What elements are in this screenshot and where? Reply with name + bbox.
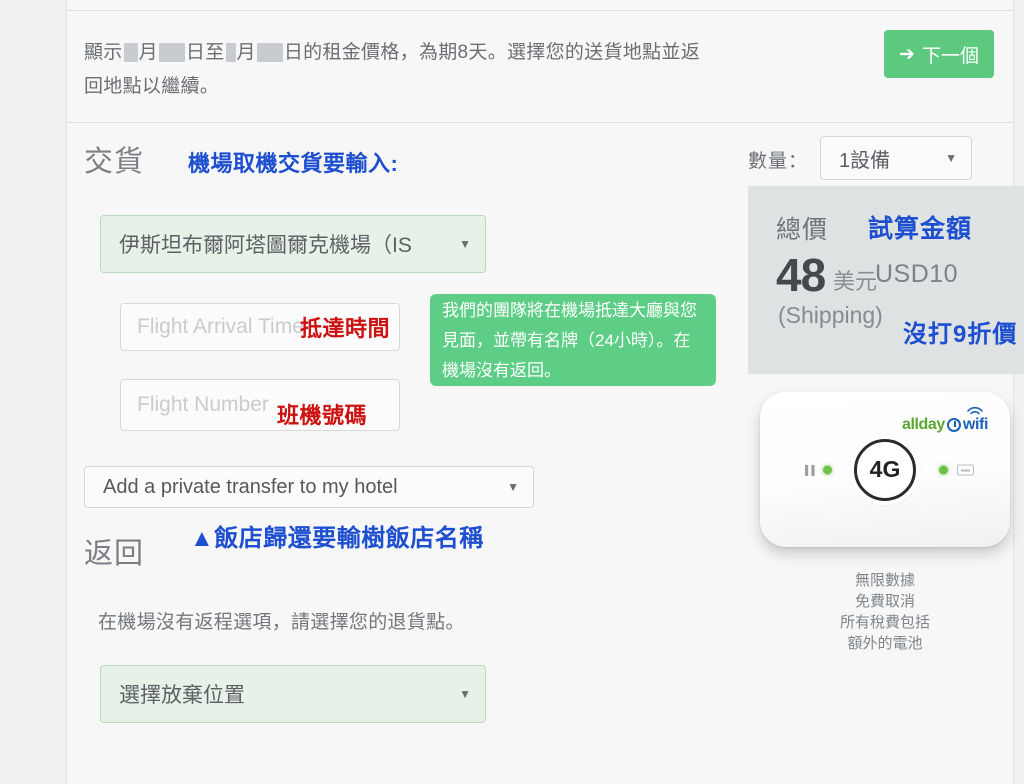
banner-text-part3: 日至	[185, 42, 225, 63]
power-button-4g[interactable]: 4G	[854, 438, 916, 501]
price-shipping-label: (Shipping)	[778, 302, 883, 328]
page-root: 顯示月日至月日的租金價格，為期8天。選擇您的送貨地點並返 回地點以繼續。 ➔ 下…	[0, 0, 1024, 784]
price-discount-annotation: 沒打9折價	[903, 321, 1018, 348]
private-transfer-select[interactable]: Add a private transfer to my hotel ▼	[84, 466, 534, 508]
price-amount: 48	[776, 249, 826, 301]
dropoff-location-select[interactable]: 選擇放棄位置 ▼	[100, 665, 486, 723]
quantity-select-value: 1設備	[839, 149, 891, 172]
logo-text-allday: allday	[901, 416, 945, 433]
airport-select[interactable]: 伊斯坦布爾阿塔圖爾克機場（IS ▼	[100, 215, 486, 273]
return-note: 在機場沒有返程選項，請選擇您的退貨點。	[98, 612, 465, 633]
chevron-down-icon: ▼	[459, 687, 471, 701]
feature-item: 額外的電池	[847, 635, 923, 652]
feature-item: 無限數據	[854, 572, 915, 589]
return-section-title: 返回	[84, 538, 145, 570]
banner-text-part5: 日的租金價格，為期8天。選擇您的送貨地點並返	[283, 42, 701, 63]
delivery-section-title: 交貨	[84, 146, 145, 178]
device-photo: allday wifi ▌▌ 4G	[760, 392, 1010, 547]
dropoff-location-value: 選擇放棄位置	[119, 684, 245, 707]
device-body: allday wifi ▌▌ 4G	[760, 392, 1010, 547]
banner-text-part1: 顯示	[84, 42, 123, 63]
led-indicator-right	[939, 465, 948, 474]
quantity-select[interactable]: 1設備 ▼	[820, 136, 972, 180]
divider-banner-bottom	[66, 122, 1014, 123]
banner-text-part4: 月	[236, 42, 256, 63]
wifi-signal-icon	[967, 406, 983, 415]
flight-arrival-time-annotation: 抵達時間	[300, 316, 391, 341]
battery-icon	[957, 464, 974, 475]
feature-list: 無限數據 免費取消 所有稅費包括 額外的電池	[760, 570, 1010, 654]
price-currency-annotation: 美元	[833, 269, 878, 294]
clock-icon	[946, 418, 961, 432]
price-currency-usd: USD10	[875, 260, 959, 288]
chevron-down-icon: ▼	[945, 151, 957, 165]
banner-message: 顯示月日至月日的租金價格，為期8天。選擇您的送貨地點並返 回地點以繼續。	[84, 36, 784, 104]
price-summary-box: 總價 試算金額 48 美元 USD10 (Shipping) 沒打9折價	[748, 186, 1024, 374]
flight-arrival-time-placeholder: Flight Arrival Time	[137, 315, 304, 338]
chevron-down-icon: ▼	[507, 480, 519, 494]
feature-item: 所有稅費包括	[839, 614, 930, 631]
led-indicator-left	[823, 465, 832, 474]
divider-top	[66, 10, 1014, 11]
next-button-label: 下一個	[921, 45, 979, 67]
signal-bars-icon: ▌▌	[805, 464, 818, 475]
airport-select-value: 伊斯坦布爾阿塔圖爾克機場（IS	[119, 234, 412, 257]
banner-text-part2: 月	[138, 42, 158, 63]
feature-item: 免費取消	[854, 593, 915, 610]
logo-text-wifi: wifi	[962, 416, 988, 433]
chevron-down-icon: ▼	[459, 237, 471, 251]
device-button-label: 4G	[869, 456, 901, 482]
flight-number-placeholder: Flight Number	[137, 393, 269, 416]
quantity-label: 數量：	[748, 151, 809, 172]
arrow-right-icon: ➔	[899, 43, 915, 65]
price-estimate-annotation: 試算金額	[868, 215, 973, 243]
next-button[interactable]: ➔ 下一個	[884, 30, 994, 78]
private-transfer-value: Add a private transfer to my hotel	[103, 475, 398, 498]
airport-meeting-tooltip: 我們的團隊將在機場抵達大廳與您見面，並帶有名牌（24小時）。在機場沒有返回。	[430, 294, 716, 386]
delivery-annotation: 機場取機交貨要輸入:	[188, 151, 399, 176]
total-price-label: 總價	[776, 216, 829, 244]
flight-number-annotation: 班機號碼	[277, 403, 368, 428]
redaction-block-3	[225, 43, 236, 63]
allday-wifi-logo: allday wifi	[902, 416, 988, 434]
return-annotation: ▲飯店歸還要輸樹飯店名稱	[190, 525, 484, 552]
redaction-block-4	[256, 43, 283, 63]
redaction-block-1	[123, 43, 138, 63]
redaction-block-2	[158, 43, 185, 63]
banner-text-line2: 回地點以繼續。	[84, 76, 220, 97]
